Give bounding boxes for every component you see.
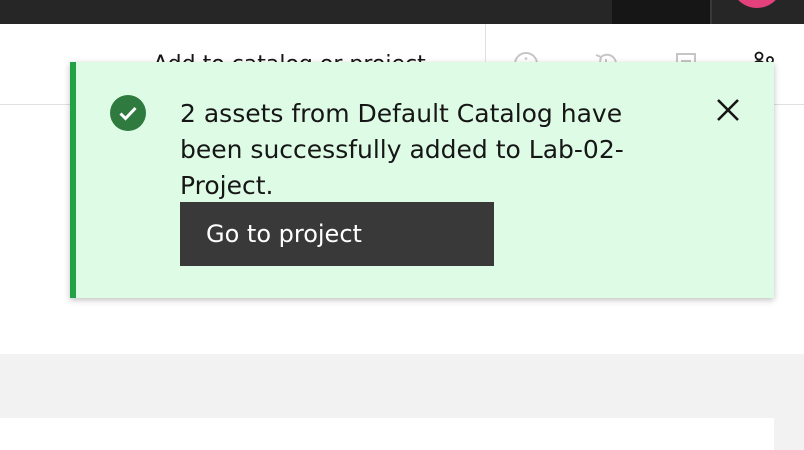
global-header <box>0 0 804 24</box>
go-to-project-button[interactable]: Go to project <box>180 202 494 266</box>
notification-message: 2 assets from Default Catalog have been … <box>180 99 624 200</box>
success-notification: 2 assets from Default Catalog have been … <box>70 62 774 298</box>
user-avatar[interactable] <box>731 0 783 8</box>
header-divider <box>710 0 712 24</box>
header-action-area[interactable] <box>612 0 710 24</box>
checkmark-filled-icon <box>110 95 146 131</box>
content-card <box>0 418 774 450</box>
close-icon[interactable] <box>712 94 744 126</box>
